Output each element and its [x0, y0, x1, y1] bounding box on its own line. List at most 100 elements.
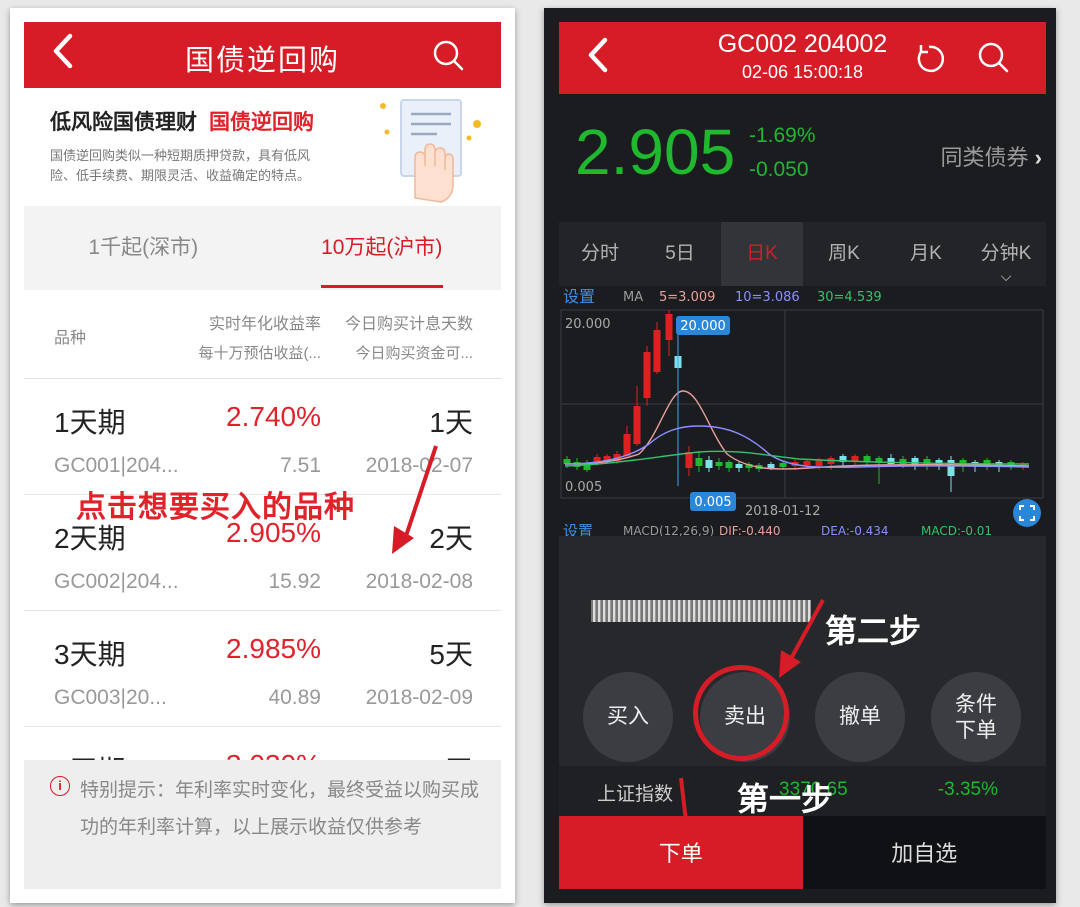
dif-label: DIF:-0.440 — [719, 524, 780, 536]
header-rate[interactable]: 实时年化收益率 — [209, 310, 321, 334]
fullscreen-button[interactable] — [1013, 499, 1041, 527]
highlight-circle — [693, 665, 789, 761]
candle-body — [735, 464, 743, 468]
row-days: 5天 — [429, 639, 473, 670]
candle-body — [803, 461, 811, 465]
tab-shenzhen[interactable]: 1千起(深市) — [24, 206, 263, 290]
fullscreen-button-bg — [1013, 499, 1041, 527]
add-watchlist-button[interactable]: 加自选 — [802, 816, 1046, 889]
banner-title-main: 低风险国债理财 — [50, 111, 197, 134]
tab-minute-k[interactable]: 分钟K ⌵ — [965, 222, 1046, 286]
banner-desc-line1: 国债逆回购类似一种短期质押贷款，具有低风 — [50, 148, 311, 163]
banner-title: 低风险国债理财 国债逆回购 — [50, 106, 314, 136]
search-button[interactable] — [431, 38, 465, 77]
chart-period-tabs: 分时 5日 日K 周K 月K 分钟K ⌵ — [559, 222, 1046, 286]
document-hand-illustration — [380, 99, 481, 203]
candle-body — [643, 352, 651, 398]
macd-label: MACD(12,26,9) — [623, 524, 714, 536]
tab-daily-k[interactable]: 日K — [721, 222, 803, 286]
left-screenshot: 国债逆回购 低风险国债理财 国债逆回购 国债逆回购类似一种短期质押贷款，具有低风 … — [10, 8, 515, 903]
step1-annotation: 第一步 — [737, 781, 834, 817]
notice-text: 特别提示：年利率实时变化，最终受益以购买成功的年利率计算，以上展示收益仅供参考 — [80, 780, 480, 838]
banner-title-highlight: 国债逆回购 — [209, 111, 314, 134]
candle-body — [725, 462, 733, 468]
row-profit: 15.92 — [268, 570, 321, 593]
chart-settings-link[interactable]: 设置 — [563, 287, 595, 306]
row-profit: 40.89 — [268, 686, 321, 709]
tab-monthly-k[interactable]: 月K — [885, 222, 967, 286]
price-change-pct: -1.69% — [749, 124, 816, 147]
security-code: GC002 204002 — [717, 30, 888, 58]
tab-intraday[interactable]: 分时 — [559, 222, 641, 286]
index-name: 上证指数 — [597, 784, 674, 805]
refresh-button[interactable] — [912, 42, 946, 81]
header-funds-date: 今日购买资金可... — [355, 345, 473, 362]
notice-box: i 特别提示：年利率实时变化，最终受益以购买成功的年利率计算，以上展示收益仅供参… — [24, 760, 501, 889]
left-app-frame: 国债逆回购 低风险国债理财 国债逆回购 国债逆回购类似一种短期质押贷款，具有低风 … — [24, 22, 501, 889]
ma-label: MA — [623, 290, 643, 305]
table-row[interactable]: 3天期 2.985% 5天 GC003|20... 40.89 2018-02-… — [24, 611, 501, 727]
row-code: GC001|204... — [54, 454, 179, 477]
annotation-arrow — [392, 445, 438, 554]
banner-desc-line2: 险、低手续费、期限灵活、收益确定的特点。 — [50, 168, 311, 183]
y-min-label: 0.005 — [565, 480, 602, 495]
row-code: GC003|20... — [54, 686, 167, 709]
annotation-arrow-step2 — [779, 599, 825, 678]
banner-description: 国债逆回购类似一种短期质押贷款，具有低风 险、低手续费、期限灵活、收益确定的特点… — [50, 146, 370, 186]
page-title: 国债逆回购 — [184, 45, 340, 77]
cancel-label: 撤单 — [839, 705, 881, 728]
candle-body — [633, 406, 641, 444]
macd-settings-link[interactable]: 设置 — [563, 522, 593, 536]
refresh-icon — [917, 45, 945, 73]
app-header: 国债逆回购 — [24, 22, 501, 88]
tab-5day[interactable]: 5日 — [639, 222, 721, 286]
header-profit: 每十万预估收益(... — [198, 345, 322, 362]
candle-body — [563, 459, 571, 464]
row-profit: 7.51 — [280, 454, 321, 477]
x-date-label: 2018-01-12 — [745, 504, 821, 519]
ma30-legend: 30=4.539 — [817, 290, 882, 305]
cond-label-line1: 条件 — [955, 693, 997, 716]
active-tab-underline — [320, 285, 443, 288]
candle-body — [653, 330, 661, 372]
market-tabs: 1千起(深市) 10万起(沪市) — [24, 206, 501, 290]
right-screenshot: GC002 204002 02-06 15:00:18 2.905 -1.69%… — [544, 8, 1056, 903]
app-header: GC002 204002 02-06 15:00:18 — [559, 22, 1046, 94]
candle-body — [947, 460, 955, 476]
trade-controls: 第二步 买入 卖出 撤单 条件 下单 — [559, 536, 1046, 766]
candle-body — [767, 464, 775, 468]
info-icon: i — [50, 776, 70, 796]
right-app-frame: GC002 204002 02-06 15:00:18 2.905 -1.69%… — [559, 22, 1046, 889]
quote-time: 02-06 15:00:18 — [741, 62, 864, 82]
candlestick-chart[interactable]: 设置 MA 5=3.009 10=3.086 30=4.539 20.000 0… — [559, 286, 1046, 536]
tab-weekly-k[interactable]: 周K — [803, 222, 885, 286]
macd-value-label: MACD:-0.01 — [921, 524, 992, 536]
table-header: 品种 实时年化收益率 每十万预估收益(... 今日购买计息天数 今日购买资金可.… — [24, 290, 501, 379]
candle-body — [851, 456, 859, 461]
dea-label: DEA:-0.434 — [821, 524, 889, 536]
cond-label-line2: 下单 — [955, 719, 997, 742]
last-price: 2.905 — [575, 116, 736, 188]
step2-annotation: 第二步 — [825, 613, 922, 649]
similar-bonds-link[interactable]: 同类债券 › — [941, 140, 1042, 172]
ma10-legend: 10=3.086 — [735, 290, 800, 305]
instruction-annotation: 点击想要买入的品种 — [76, 491, 355, 524]
quote-panel: 2.905 -1.69% -0.050 同类债券 › — [559, 94, 1046, 212]
cancel-order-button[interactable]: 撤单 — [815, 672, 905, 762]
tab-shanghai[interactable]: 10万起(沪市) — [263, 206, 502, 290]
row-rate: 2.985% — [226, 633, 321, 664]
ma5-legend: 5=3.009 — [659, 290, 715, 305]
max-tag-label: 20.000 — [680, 319, 726, 334]
row-code: GC002|204... — [54, 570, 179, 593]
annotation-arrow-step1 — [675, 777, 697, 846]
conditional-order-button[interactable]: 条件 下单 — [931, 672, 1021, 762]
search-button[interactable] — [976, 40, 1010, 79]
chevron-right-icon: › — [1034, 145, 1042, 170]
promo-banner[interactable]: 低风险国债理财 国债逆回购 国债逆回购类似一种短期质押贷款，具有低风 险、低手续费… — [24, 88, 501, 206]
buy-button[interactable]: 买入 — [583, 672, 673, 762]
candle-body — [715, 462, 723, 466]
candle-body — [815, 460, 823, 466]
header-days[interactable]: 今日购买计息天数 — [345, 310, 473, 334]
similar-bonds-label: 同类债券 — [940, 145, 1029, 170]
y-max-label: 20.000 — [565, 317, 611, 332]
